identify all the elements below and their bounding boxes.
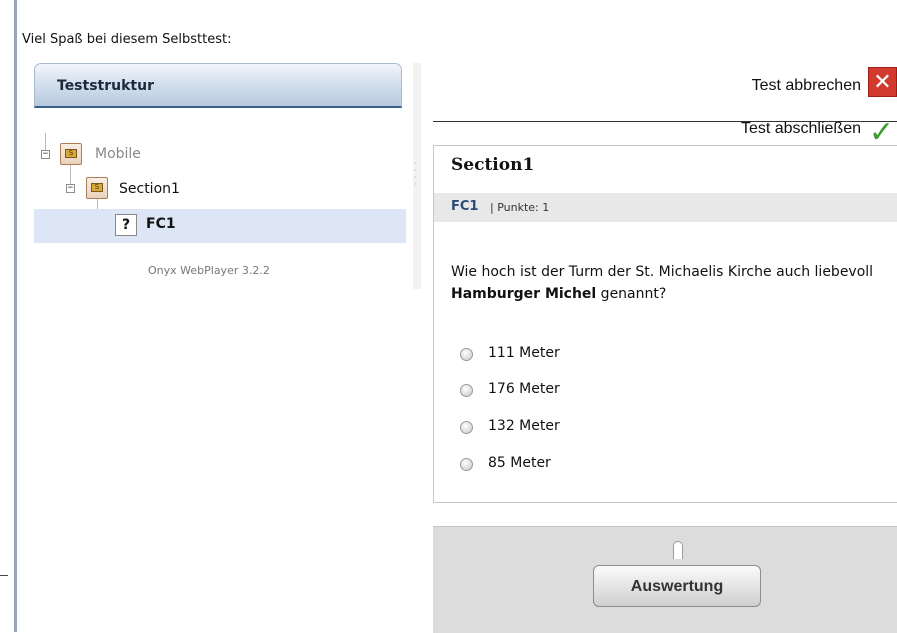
- answer-radio-4[interactable]: [460, 458, 473, 471]
- tree-item-mobile[interactable]: Mobile: [95, 146, 141, 162]
- structure-header: Teststruktur: [34, 63, 402, 108]
- answer-option-4[interactable]: 85 Meter: [488, 455, 551, 471]
- finish-test-link[interactable]: Test abschließen: [741, 120, 861, 138]
- tree-item-section1[interactable]: Section1: [119, 181, 180, 197]
- folder-icon: S: [60, 143, 82, 165]
- close-icon[interactable]: ✕: [868, 67, 897, 97]
- points-label: | Punkte: 1: [490, 201, 550, 214]
- collapse-root-icon[interactable]: −: [41, 150, 50, 159]
- item-label: FC1: [451, 199, 479, 214]
- tree-item-fc1[interactable]: FC1: [146, 216, 176, 232]
- edge-tick: [0, 575, 8, 576]
- collapse-section-icon[interactable]: −: [66, 184, 75, 193]
- question-text: Wie hoch ist der Turm der St. Michaelis …: [451, 264, 874, 302]
- abort-test-link[interactable]: Test abbrechen: [752, 77, 861, 95]
- selected-tree-row[interactable]: [34, 209, 406, 243]
- drag-handle[interactable]: [673, 541, 683, 559]
- answer-option-3[interactable]: 132 Meter: [488, 418, 560, 434]
- question-icon: ?: [115, 214, 137, 236]
- answer-radio-3[interactable]: [460, 421, 473, 434]
- left-border: [14, 0, 17, 632]
- splitter-grip-icon[interactable]: · · · ·: [414, 160, 420, 189]
- answer-radio-1[interactable]: [460, 348, 473, 361]
- answer-radio-2[interactable]: [460, 384, 473, 397]
- folder-icon: S: [86, 177, 108, 199]
- evaluate-button[interactable]: Auswertung: [593, 565, 761, 607]
- answer-option-1[interactable]: 111 Meter: [488, 345, 560, 361]
- intro-text: Viel Spaß bei diesem Selbsttest:: [22, 32, 232, 47]
- player-version: Onyx WebPlayer 3.2.2: [148, 264, 270, 277]
- section-title: Section1: [451, 155, 535, 175]
- answer-option-2[interactable]: 176 Meter: [488, 381, 560, 397]
- structure-title: Teststruktur: [57, 78, 154, 94]
